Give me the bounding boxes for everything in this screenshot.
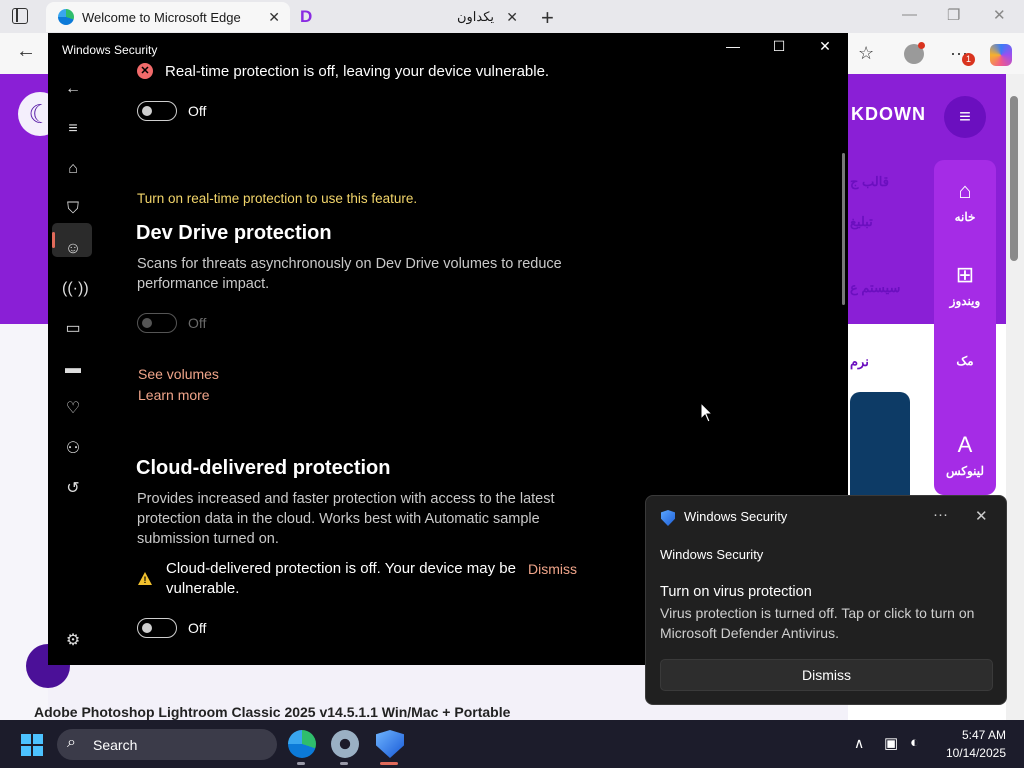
devdrive-hint: Turn on real-time protection to use this… [137, 191, 418, 206]
toast-heading: Turn on virus protection [660, 584, 812, 600]
taskbar-windows-security-icon[interactable] [376, 730, 404, 758]
ws-sidebar: ← ≡ ⌂ ⛉ ☺ ((·)) ▭ ▬ ♡ ⚇ ↺ ⚙ [48, 65, 96, 665]
cloud-dismiss-link[interactable]: Dismiss [528, 561, 577, 577]
site-menu-button[interactable]: ≡ [944, 96, 986, 138]
cloud-toggle-label: Off [188, 620, 207, 636]
realtime-toggle-label: Off [188, 103, 207, 119]
device-health-heart-icon[interactable]: ♡ [62, 398, 84, 420]
cloud-warning-text: Cloud-delivered protection is off. Your … [166, 560, 516, 597]
firewall-network-icon[interactable]: ((·)) [62, 278, 89, 300]
devdrive-description: Scans for threats asynchronously on Dev … [137, 256, 562, 292]
copilot-icon[interactable] [990, 44, 1012, 66]
new-tab-button[interactable]: + [541, 5, 554, 31]
tab-actions-icon[interactable] [12, 8, 28, 24]
toast-source: Windows Security [660, 547, 764, 562]
clock-time[interactable]: 5:47 AM [940, 728, 1006, 742]
close-button[interactable]: ✕ [802, 38, 848, 60]
taskbar-settings-gear-icon[interactable] [331, 730, 359, 758]
page-scrollbar-thumb[interactable] [1010, 96, 1018, 261]
site-logo[interactable]: KDOWN [851, 104, 926, 125]
site-post-title[interactable]: Adobe Photoshop Lightroom Classic 2025 v… [34, 704, 734, 720]
browser-tab-strip: Welcome to Microsoft Edge ✕ D یکداون ✕ +… [0, 0, 1024, 33]
devdrive-heading: Dev Drive protection [136, 222, 332, 244]
hamburger-menu-icon[interactable]: ≡ [62, 118, 84, 140]
tab-welcome-edge[interactable]: Welcome to Microsoft Edge ✕ [46, 2, 290, 32]
site-menu-item[interactable]: نرم [850, 354, 869, 370]
toast-notification[interactable]: Windows Security ··· ✕ Windows Security … [645, 495, 1007, 705]
cloud-protection-description: Provides increased and faster protection… [137, 491, 555, 547]
site-nav-mac[interactable]: مک [934, 348, 996, 368]
search-label: Search [93, 737, 138, 753]
toast-more-options-icon[interactable]: ··· [933, 506, 948, 523]
window-title: Windows Security [62, 43, 158, 57]
ws-titlebar[interactable]: Windows Security — ☐ ✕ [48, 33, 848, 65]
error-x-icon: ✕ [137, 63, 153, 79]
taskbar-edge-icon[interactable] [288, 730, 316, 758]
site-nav-linux[interactable]: A لینوکس [934, 432, 996, 478]
tray-chevron-up-icon[interactable]: ∧ [854, 735, 864, 752]
browser-restore-icon[interactable]: ❐ [947, 6, 960, 24]
warning-mark: ! [143, 575, 147, 585]
family-options-icon[interactable]: ⚇ [62, 438, 84, 460]
taskbar: ⌕ Search ∧ ▣ ◐ 5:47 AM 10/14/2025 [0, 720, 1024, 768]
yekdown-favicon-icon: D [300, 7, 313, 26]
devdrive-toggle[interactable] [137, 313, 177, 333]
toast-dismiss-button[interactable]: Dismiss [660, 659, 993, 691]
toast-app-name: Windows Security [684, 509, 788, 524]
site-nav-windows[interactable]: ⊞ ویندوز [934, 262, 996, 308]
site-nav-home[interactable]: ⌂ خانه [934, 178, 996, 224]
site-side-nav: ⌂ خانه ⊞ ویندوز مک A لینوکس [934, 160, 996, 495]
maximize-button[interactable]: ☐ [756, 38, 802, 60]
back-arrow-icon[interactable]: ← [62, 78, 84, 100]
sidebar-selected-indicator [52, 232, 55, 248]
realtime-protection-toggle[interactable] [137, 101, 177, 121]
edge-favicon-icon [58, 9, 74, 25]
browser-minimize-icon[interactable]: — [902, 6, 917, 23]
profile-status-dot [918, 42, 925, 49]
device-security-laptop-icon[interactable]: ▬ [62, 358, 84, 380]
learn-more-link[interactable]: Learn more [138, 387, 210, 403]
toast-body: Virus protection is turned off. Tap or c… [660, 605, 975, 641]
tab-yekdown[interactable]: D یکداون ✕ [292, 2, 528, 32]
tab-title: Welcome to Microsoft Edge [82, 9, 241, 25]
tab-close-icon[interactable]: ✕ [268, 9, 280, 26]
start-windows-icon[interactable] [21, 734, 43, 756]
search-icon: ⌕ [67, 734, 76, 751]
windows-security-shield-icon [661, 510, 675, 526]
windows-icon: ⊞ [955, 262, 975, 287]
toast-close-icon[interactable]: ✕ [975, 507, 988, 525]
site-menu-item[interactable]: قالب ج [850, 174, 889, 190]
home-icon: ⌂ [958, 178, 972, 203]
app-browser-control-icon[interactable]: ▭ [62, 318, 84, 340]
cloud-protection-toggle[interactable] [137, 618, 177, 638]
ws-scrollbar-thumb[interactable] [842, 153, 845, 305]
tab-close-icon[interactable]: ✕ [506, 9, 518, 26]
edge-running-indicator [297, 762, 305, 765]
tab-title: یکداون [456, 9, 494, 24]
realtime-status-text: Real-time protection is off, leaving you… [165, 63, 550, 80]
protection-history-icon[interactable]: ↺ [62, 478, 84, 500]
settings-running-indicator [340, 762, 348, 765]
devdrive-toggle-label: Off [188, 315, 207, 331]
home-icon[interactable]: ⌂ [62, 158, 84, 180]
tray-volume-icon[interactable]: ◐ [910, 734, 919, 751]
cloud-protection-heading: Cloud-delivered protection [136, 457, 391, 479]
back-arrow-icon[interactable]: ← [16, 40, 36, 63]
mouse-cursor-icon [700, 402, 714, 423]
site-menu-item[interactable]: تبلیغ [850, 214, 873, 230]
favorites-icon[interactable]: ☆ [858, 43, 874, 64]
account-person-icon[interactable]: ☺ [62, 238, 84, 260]
site-menu-item[interactable]: سیستم ع [850, 280, 900, 296]
browser-close-icon[interactable]: ✕ [993, 6, 1006, 24]
settings-gear-icon[interactable]: ⚙ [62, 630, 84, 652]
tray-network-icon[interactable]: ▣ [884, 734, 898, 752]
taskbar-search-box[interactable]: ⌕ Search [57, 729, 277, 760]
see-volumes-link[interactable]: See volumes [138, 366, 219, 382]
clock-date[interactable]: 10/14/2025 [940, 746, 1006, 760]
notification-badge: 1 [962, 53, 975, 66]
security-active-indicator [380, 762, 398, 765]
minimize-button[interactable]: — [710, 38, 756, 60]
linux-icon: A [957, 432, 973, 457]
shield-icon[interactable]: ⛉ [62, 198, 84, 220]
